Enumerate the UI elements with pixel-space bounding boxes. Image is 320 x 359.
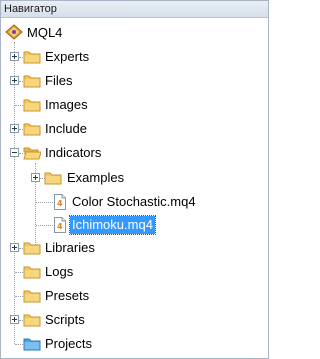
- tree-item-color-stochastic[interactable]: 4 Color Stochastic.mq4: [1, 190, 268, 214]
- tree-item-logs[interactable]: Logs: [1, 260, 268, 284]
- tree-item-projects[interactable]: Projects: [1, 332, 268, 356]
- navigator-panel: Навигатор MQL4 Experts Files Images Incl…: [0, 0, 269, 359]
- tree-item-presets[interactable]: Presets: [1, 284, 268, 308]
- tree-item-label: Color Stochastic.mq4: [72, 194, 196, 209]
- tree-item-label: Ichimoku.mq4: [69, 215, 156, 235]
- folder-open-icon: [23, 147, 41, 160]
- folder-icon: [23, 123, 41, 136]
- tree-item-label: Include: [45, 121, 87, 136]
- expand-plus-icon[interactable]: [10, 243, 19, 252]
- folder-icon: [23, 99, 41, 112]
- mq4-file-icon: 4: [54, 194, 66, 210]
- collapse-minus-icon[interactable]: [10, 148, 19, 157]
- tree-item-examples[interactable]: Examples: [1, 166, 268, 190]
- tree-root-mql4[interactable]: MQL4: [1, 21, 268, 45]
- folder-icon: [23, 242, 41, 255]
- folder-icon: [23, 266, 41, 279]
- tree-item-label: Libraries: [45, 240, 95, 255]
- tree-item-label: Presets: [45, 288, 90, 303]
- tree-item-libraries[interactable]: Libraries: [1, 236, 268, 260]
- navigator-title: Навигатор: [4, 3, 57, 15]
- expand-plus-icon[interactable]: [10, 315, 19, 324]
- expand-plus-icon[interactable]: [31, 173, 40, 182]
- tree-item-label: Files: [45, 73, 73, 88]
- tree-item-label: Experts: [45, 49, 90, 64]
- svg-text:4: 4: [57, 222, 63, 231]
- tree-item-label: Indicators: [45, 145, 102, 160]
- folder-icon: [23, 75, 41, 88]
- folder-icon: [23, 51, 41, 64]
- expand-plus-icon[interactable]: [10, 76, 19, 85]
- navigator-title-bar: Навигатор: [1, 1, 268, 18]
- svg-text:4: 4: [57, 199, 63, 208]
- tree-item-scripts[interactable]: Scripts: [1, 308, 268, 332]
- expand-plus-icon[interactable]: [10, 52, 19, 61]
- tree-item-label: Projects: [45, 336, 92, 351]
- tree-item-label: Images: [45, 97, 88, 112]
- tree-item-label: Examples: [67, 170, 125, 185]
- tree-item-label: Scripts: [45, 312, 85, 327]
- navigator-tree: MQL4 Experts Files Images Include Indica…: [1, 18, 268, 358]
- folder-icon: [23, 290, 41, 303]
- tree-root-label: MQL4: [27, 25, 63, 40]
- tree-item-label: Logs: [45, 264, 74, 279]
- folder-projects-icon: [23, 338, 41, 351]
- tree-item-files[interactable]: Files: [1, 69, 268, 93]
- expand-plus-icon[interactable]: [10, 124, 19, 133]
- folder-icon: [23, 314, 41, 327]
- folder-icon: [44, 172, 62, 185]
- tree-item-ichimoku[interactable]: 4 Ichimoku.mq4: [1, 213, 268, 237]
- tree-item-images[interactable]: Images: [1, 93, 268, 117]
- tree-item-indicators[interactable]: Indicators: [1, 141, 268, 165]
- tree-item-experts[interactable]: Experts: [1, 45, 268, 69]
- mq4-file-icon: 4: [54, 217, 66, 233]
- tree-item-include[interactable]: Include: [1, 117, 268, 141]
- mql4-diamond-icon: [5, 24, 23, 40]
